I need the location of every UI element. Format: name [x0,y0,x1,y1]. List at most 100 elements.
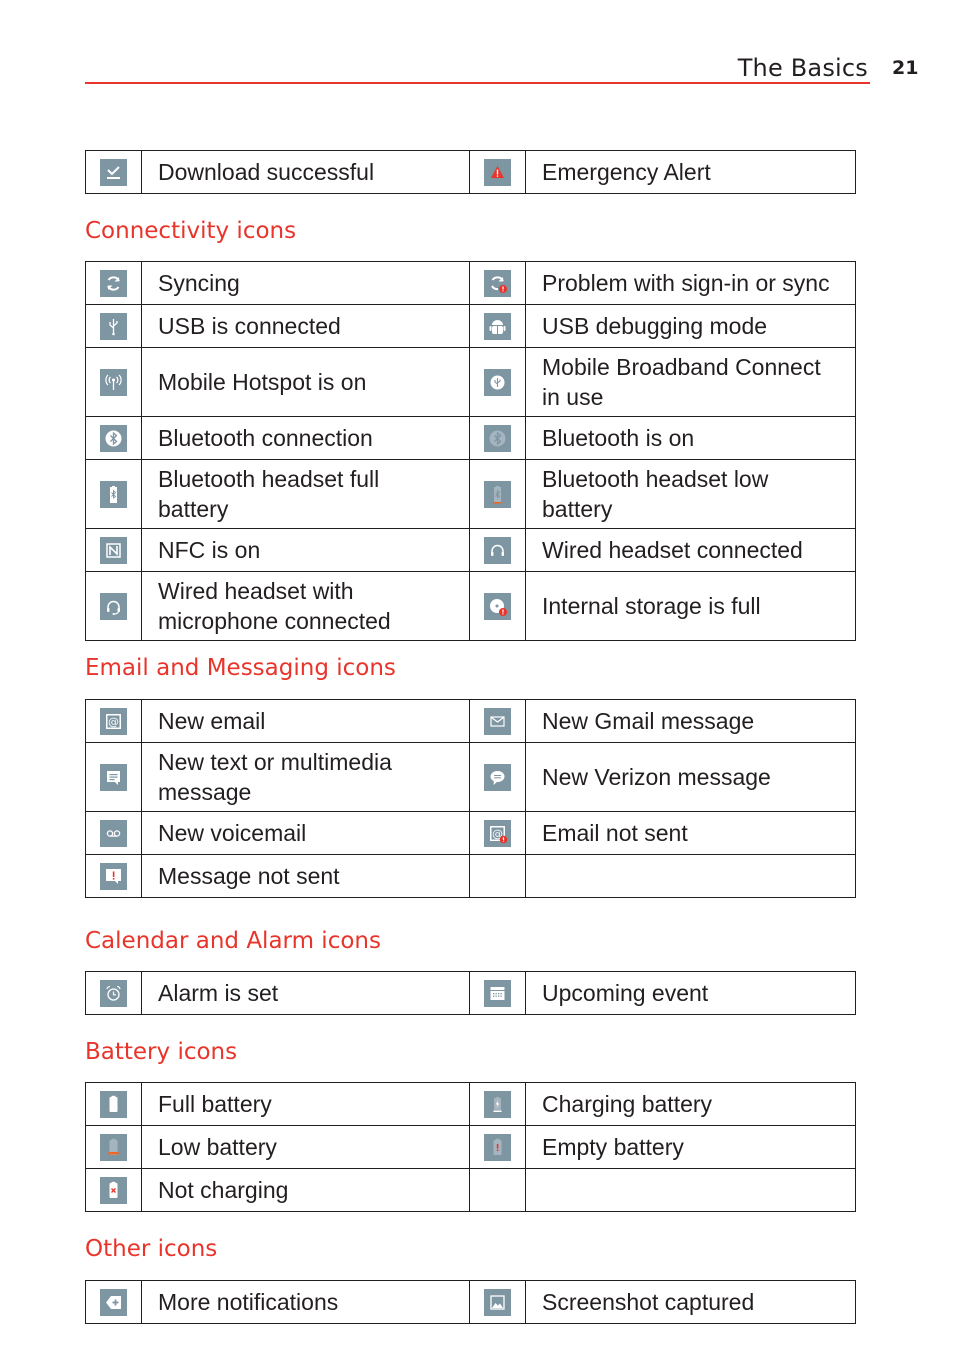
icon-label: New email [141,699,470,743]
bluetooth-on-icon [484,424,511,452]
icon-label: Low battery [141,1125,470,1169]
icon-table-calendar-alarm: Alarm is set Upcoming event [85,971,856,1015]
icon-table-connectivity: Syncing Problem with sign-in or sync USB… [85,261,856,641]
icon-label: Full battery [141,1082,470,1126]
table-row: Bluetooth connection Bluetooth is on [85,416,856,460]
empty-icon-cell [469,854,526,898]
icon-table-other: More notifications Screenshot captured [85,1280,856,1324]
icon-label: Bluetooth headset low battery [525,459,856,529]
icon-label: Email not sent [525,811,856,855]
icon-label: Empty battery [525,1125,856,1169]
message-error-icon [100,862,127,890]
bluetooth-connected-icon [100,424,127,452]
table-row: Message not sent [85,854,856,898]
section-title-email-messaging: Email and Messaging icons [85,655,396,681]
icon-table-battery: Full battery Charging battery Low batter… [85,1082,856,1212]
icon-label: Upcoming event [525,971,856,1015]
battery-full-icon [100,1090,127,1118]
icon-label: Download successful [141,150,470,194]
icon-label: Alarm is set [141,971,470,1015]
svg-text:@: @ [108,715,119,728]
table-row: Alarm is set Upcoming event [85,971,856,1015]
empty-icon-cell [469,1168,526,1212]
more-notifications-icon [100,1288,127,1316]
icon-label: USB debugging mode [525,304,856,348]
table-row: More notifications Screenshot captured [85,1280,856,1324]
icon-label: More notifications [141,1280,470,1324]
usb-icon [100,312,127,340]
headset-mic-icon [100,592,127,620]
table-row: Mobile Hotspot is on Mobile Broadband Co… [85,347,856,417]
icon-label: New voicemail [141,811,470,855]
chapter-title: The Basics [737,54,868,82]
icon-label: Mobile Broadband Connect in use [525,347,856,417]
table-row: NFC is on Wired headset connected [85,528,856,572]
section-title-battery: Battery icons [85,1039,238,1065]
message-icon [100,763,127,791]
screenshot-icon [484,1288,511,1316]
table-row: New voicemail @ Email not sent [85,811,856,855]
icon-label: Wired headset with microphone connected [141,571,470,641]
table-row: Low battery Empty battery [85,1125,856,1169]
alarm-icon [100,979,127,1007]
battery-low-icon [100,1133,127,1161]
verizon-message-icon [484,763,511,791]
table-row: Download successful Emergency Alert [85,150,856,194]
section-title-calendar-alarm: Calendar and Alarm icons [85,928,381,954]
gmail-icon [484,707,511,735]
icon-label: Not charging [141,1168,470,1212]
icon-label: Syncing [141,261,470,305]
icon-label: Message not sent [141,854,470,898]
table-row: Bluetooth headset full battery Bluetooth… [85,459,856,529]
hotspot-icon [100,368,127,396]
emergency-alert-icon [484,158,511,186]
table-row: Full battery Charging battery [85,1082,856,1126]
empty-label-cell [525,1168,856,1212]
table-row: Wired headset with microphone connected … [85,571,856,641]
icon-label: Problem with sign-in or sync [525,261,856,305]
broadband-icon [484,368,511,396]
icon-label: Screenshot captured [525,1280,856,1324]
icon-table-general: Download successful Emergency Alert [85,150,856,194]
headset-icon [484,536,511,564]
icon-label: NFC is on [141,528,470,572]
table-row: Not charging [85,1168,856,1212]
battery-not-charging-icon [100,1176,127,1204]
table-row: Syncing Problem with sign-in or sync [85,261,856,305]
table-row: USB is connected USB debugging mode [85,304,856,348]
email-icon: @ [100,707,127,735]
page-header: The Basics [85,52,870,84]
bt-headset-low-battery-icon [484,480,511,508]
icon-label: Mobile Hotspot is on [141,347,470,417]
bt-headset-full-battery-icon [100,480,127,508]
icon-label: Internal storage is full [525,571,856,641]
calendar-icon [484,979,511,1007]
icon-label: Bluetooth is on [525,416,856,460]
sync-problem-icon [484,269,511,297]
icon-label: USB is connected [141,304,470,348]
icon-label: New Gmail message [525,699,856,743]
icon-label: Wired headset connected [525,528,856,572]
battery-charging-icon [484,1090,511,1118]
nfc-icon [100,536,127,564]
battery-empty-icon [484,1133,511,1161]
sync-icon [100,269,127,297]
section-title-connectivity: Connectivity icons [85,218,297,244]
icon-label: Bluetooth headset full battery [141,459,470,529]
usb-debug-icon [484,312,511,340]
empty-label-cell [525,854,856,898]
storage-full-icon [484,592,511,620]
icon-label: Bluetooth connection [141,416,470,460]
icon-label: Emergency Alert [525,150,856,194]
table-row: New text or multimedia message New Veriz… [85,742,856,812]
icon-label: New text or multimedia message [141,742,470,812]
download-icon [100,158,127,186]
voicemail-icon [100,819,127,847]
table-row: @ New email New Gmail message [85,699,856,743]
icon-label: Charging battery [525,1082,856,1126]
icon-label: New Verizon message [525,742,856,812]
icon-table-email-messaging: @ New email New Gmail message New text o… [85,699,856,898]
section-title-other: Other icons [85,1236,218,1262]
page-number: 21 [892,57,919,79]
email-error-icon: @ [484,819,511,847]
